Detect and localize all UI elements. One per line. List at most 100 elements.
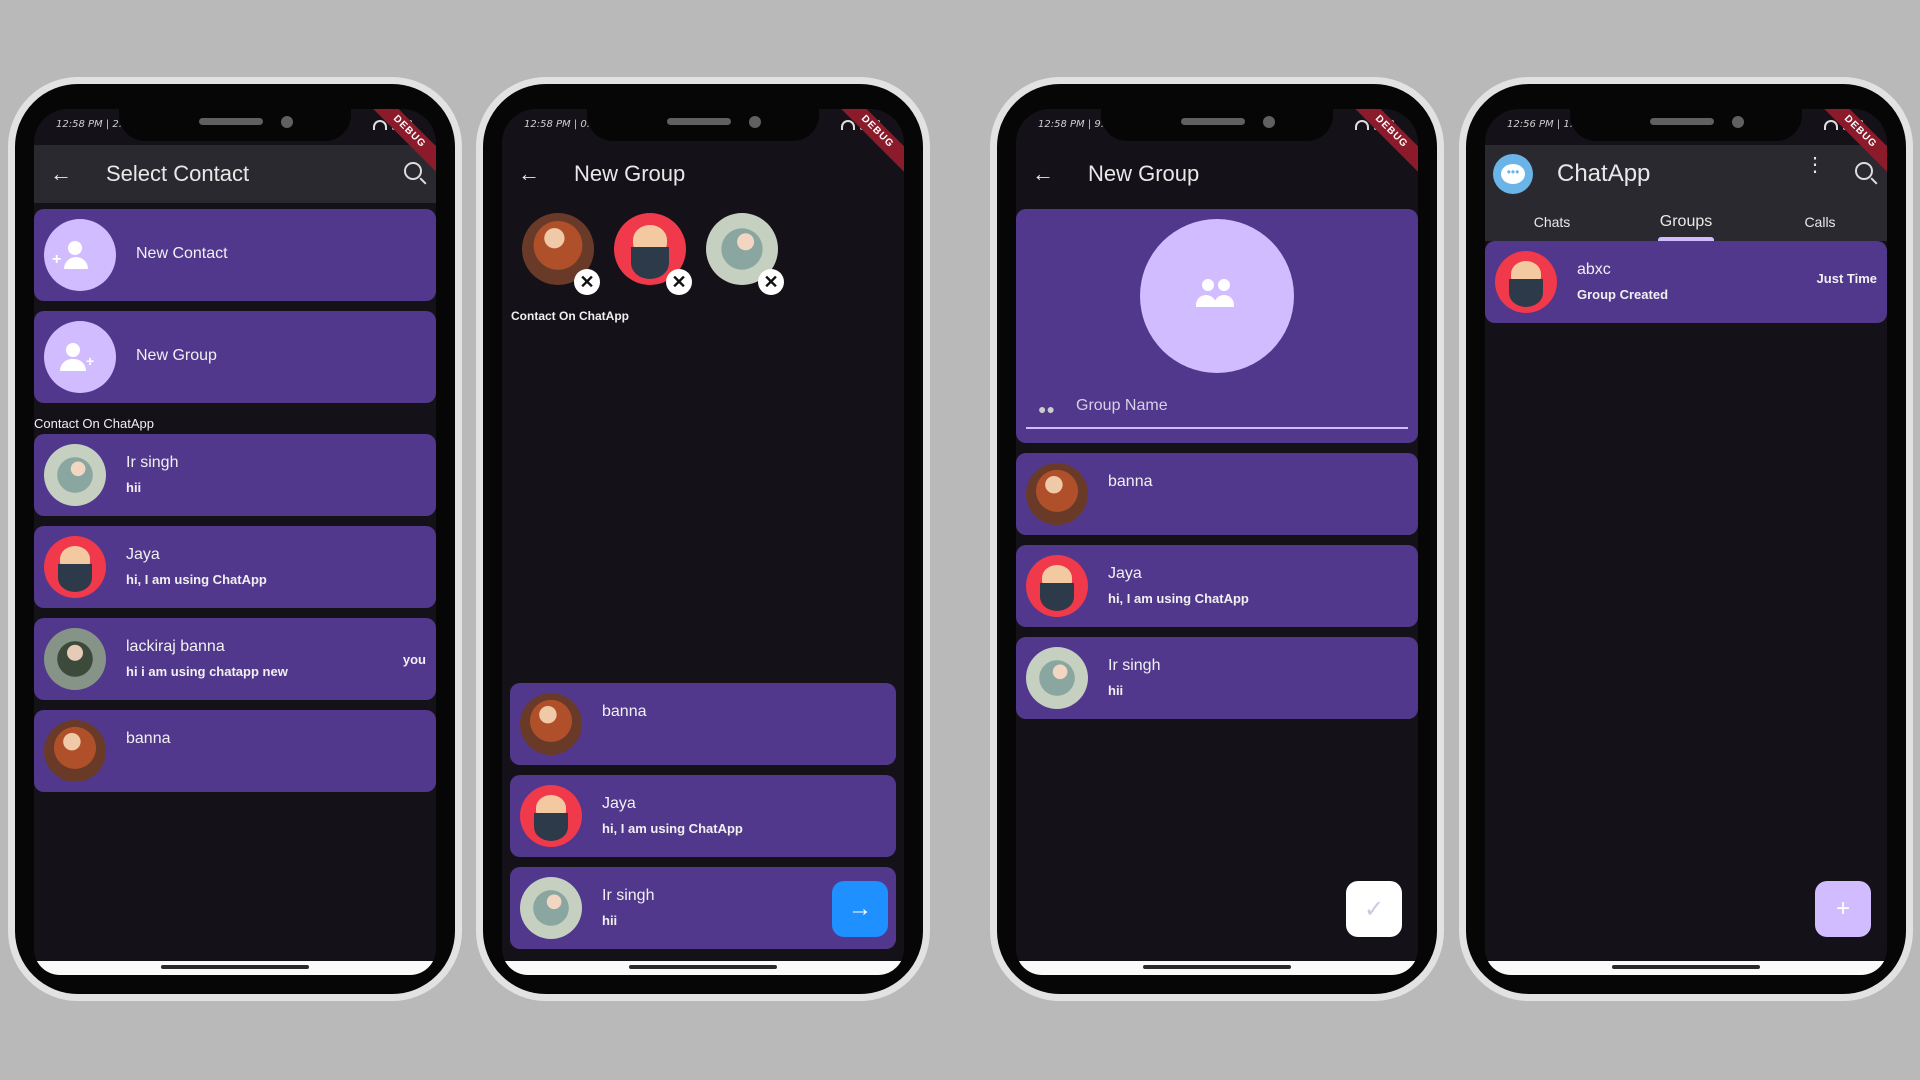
contact-status: hi, I am using ChatApp [1108,591,1249,606]
group-name-field[interactable]: ●● Group Name [1026,387,1408,429]
notch [1101,109,1333,141]
contact-status: hii [1108,683,1124,698]
tab-bar: Chats Groups Calls [1485,203,1887,241]
section-label: Contact On ChatApp [34,416,154,431]
screen: 12:58 PM | 9. DEBUG ← New Group ●● Group… [1016,109,1418,975]
contact-name: Ir singh [126,454,179,471]
new-contact-button[interactable]: + New Contact [34,209,436,301]
status-time: 12:56 PM | 1. [1507,119,1573,130]
app-logo-icon: ••• [1493,154,1533,194]
contact-row[interactable]: banna [510,683,896,765]
remove-member-icon[interactable]: ✕ [758,269,784,295]
avatar [1026,555,1088,617]
home-indicator [34,961,436,975]
avatar [520,877,582,939]
contact-status: hii [602,913,618,928]
home-indicator [1016,961,1418,975]
back-arrow-icon[interactable]: ← [50,161,86,187]
group-row[interactable]: abxc Group Created Just Time [1485,241,1887,323]
group-status: Group Created [1577,287,1669,302]
screen: 12:58 PM | 0. DEBUG ← New Group ✕ ✕ ✕ Co… [502,109,904,975]
add-person-icon: + [44,219,116,291]
app-bar: ← New Group [1016,145,1418,203]
search-icon[interactable] [404,162,422,180]
remove-member-icon[interactable]: ✕ [574,269,600,295]
group-name-placeholder: Group Name [1076,397,1168,414]
next-arrow-button[interactable]: → [832,881,888,937]
phone-new-group-name: 12:58 PM | 9. DEBUG ← New Group ●● Group… [990,77,1444,1001]
home-indicator [502,961,904,975]
you-label: you [402,652,426,667]
contact-row[interactable]: banna [1016,453,1418,535]
app-bar: ••• ChatApp ⋮ [1485,145,1887,203]
contact-row[interactable]: Jaya hi, I am using ChatApp [1016,545,1418,627]
more-menu-icon[interactable]: ⋮ [1805,155,1825,175]
avatar [44,720,106,782]
group-icon [1196,279,1238,313]
home-indicator [1485,961,1887,975]
notch [1570,109,1802,141]
avatar [44,536,106,598]
status-time: 12:58 PM | 0. [524,119,590,130]
app-bar: ← New Group [502,145,904,203]
contact-name: Jaya [1108,565,1142,582]
contact-name: banna [126,730,171,747]
contact-name: banna [1108,473,1153,490]
screen: 12:56 PM | 1. DEBUG ••• ChatApp ⋮ Chats … [1485,109,1887,975]
status-time: 12:58 PM | 2. [56,119,122,130]
tab-calls[interactable]: Calls [1753,203,1887,241]
contact-name: lackiraj banna [126,638,225,655]
page-title: ChatApp [1557,160,1651,187]
people-icon: ●● [1038,401,1055,417]
avatar [520,785,582,847]
contact-row[interactable]: Ir singh hii [1016,637,1418,719]
remove-member-icon[interactable]: ✕ [666,269,692,295]
contact-name: Jaya [126,546,160,563]
phone-select-contact: 12:58 PM | 2. DEBUG ← Select Contact + N… [8,77,462,1001]
contact-row[interactable]: banna [34,710,436,792]
group-add-icon: + [44,321,116,393]
group-info-panel: ●● Group Name [1016,209,1418,443]
new-group-button[interactable]: + New Group [34,311,436,403]
contact-row[interactable]: Jaya hi, I am using ChatApp [510,775,896,857]
avatar [1026,647,1088,709]
phone-chatapp-groups: 12:56 PM | 1. DEBUG ••• ChatApp ⋮ Chats … [1459,77,1913,1001]
add-group-button[interactable]: + [1815,881,1871,937]
back-arrow-icon[interactable]: ← [1032,161,1068,187]
status-time: 12:58 PM | 9. [1038,119,1104,130]
group-time: Just Time [1816,271,1877,286]
notch [587,109,819,141]
contact-row[interactable]: Ir singh hii [34,434,436,516]
contact-name: banna [602,703,647,720]
back-arrow-icon[interactable]: ← [518,161,554,187]
tab-chats[interactable]: Chats [1485,203,1619,241]
contact-name: Ir singh [602,887,655,904]
avatar [44,628,106,690]
contact-row[interactable]: lackiraj banna hi i am using chatapp new… [34,618,436,700]
contact-status: hii [126,480,142,495]
confirm-check-button[interactable]: ✓ [1346,881,1402,937]
contact-status: hi, I am using ChatApp [126,572,267,587]
avatar [1495,251,1557,313]
page-title: New Group [1088,161,1200,186]
phone-new-group-select: 12:58 PM | 0. DEBUG ← New Group ✕ ✕ ✕ Co… [476,77,930,1001]
new-group-label: New Group [136,347,217,364]
page-title: New Group [574,161,686,186]
avatar [1026,463,1088,525]
page-title: Select Contact [106,161,250,186]
search-icon[interactable] [1855,162,1873,180]
notch [119,109,351,141]
selected-section-label: Contact On ChatApp [511,309,629,323]
new-contact-label: New Contact [136,245,228,262]
contact-row[interactable]: Jaya hi, I am using ChatApp [34,526,436,608]
group-name: abxc [1577,261,1611,278]
avatar [520,693,582,755]
contact-status: hi i am using chatapp new [126,664,288,679]
tab-groups[interactable]: Groups [1619,203,1753,241]
group-photo-picker[interactable] [1140,219,1294,373]
selected-members: ✕ ✕ ✕ [522,213,822,295]
screen: 12:58 PM | 2. DEBUG ← Select Contact + N… [34,109,436,975]
contact-name: Ir singh [1108,657,1161,674]
contact-status: hi, I am using ChatApp [602,821,743,836]
avatar [44,444,106,506]
